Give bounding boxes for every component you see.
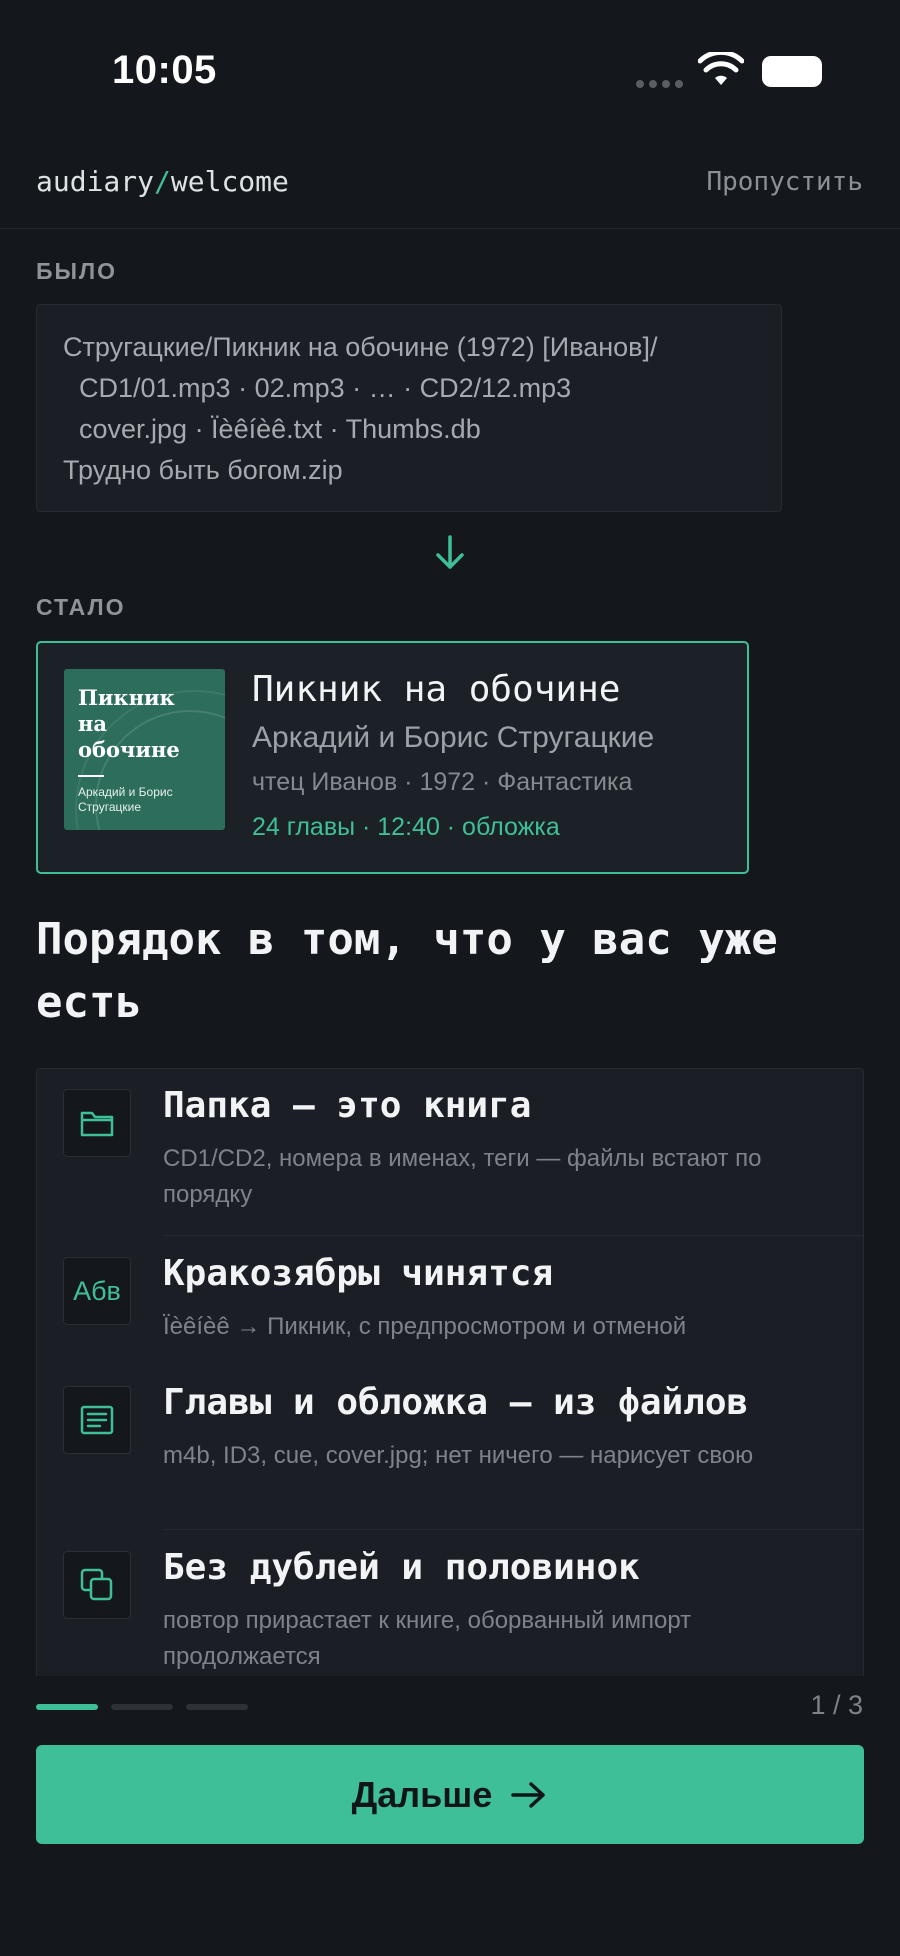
- app-header: audiary/welcome Пропустить: [0, 155, 900, 229]
- wifi-icon: [698, 52, 744, 85]
- book-meta: чтец Иванов · 1972 · Фантастика: [252, 768, 633, 796]
- before-line: Трудно быть богом.zip: [63, 455, 343, 485]
- feature-title: Кракозябры чинятся: [163, 1253, 554, 1294]
- breadcrumb: audiary/welcome: [36, 165, 289, 198]
- before-files-box: Стругацкие/Пикник на обочине (1972) [Ива…: [36, 304, 782, 512]
- encoding-icon: Абв: [63, 1257, 131, 1325]
- before-label: БЫЛО: [36, 258, 118, 284]
- battery-icon: [762, 56, 822, 87]
- breadcrumb-app: audiary: [36, 165, 155, 198]
- feature-title: Главы и обложка — из файлов: [163, 1382, 749, 1423]
- progress-step: [186, 1704, 248, 1710]
- feature-desc: Ïèêíèê → Пикник, с предпросмотром и отме…: [163, 1313, 687, 1340]
- breadcrumb-page: welcome: [170, 165, 289, 198]
- before-line: Стругацкие/Пикник на обочине (1972) [Ива…: [63, 332, 658, 362]
- page-counter: 1 / 3: [810, 1690, 863, 1720]
- cellular-signal-icon: [636, 80, 683, 88]
- folder-icon: [63, 1089, 131, 1157]
- feature-desc: m4b, ID3, cue, cover.jpg; нет ничего — н…: [163, 1442, 754, 1469]
- book-title: Пикник на обочине: [252, 669, 621, 710]
- cover-title: Пикник на обочине: [78, 685, 180, 762]
- status-time: 10:05: [112, 48, 217, 92]
- status-bar: 10:05: [0, 0, 900, 145]
- book-cover: Пикник на обочине Аркадий и Борис Струга…: [64, 669, 225, 830]
- feature-title: Без дублей и половинок: [163, 1547, 640, 1588]
- after-label: СТАЛО: [36, 594, 126, 620]
- encoding-icon-text: Абв: [73, 1275, 121, 1306]
- feature-desc: повтор прирастает к книге, оборванный им…: [163, 1607, 692, 1670]
- page-title: Порядок в том, что у вас уже есть: [36, 914, 778, 1028]
- arrow-right-icon: [511, 1781, 546, 1808]
- chapters-list-icon: [63, 1386, 131, 1454]
- book-card[interactable]: Пикник на обочине Аркадий и Борис Струга…: [36, 641, 749, 874]
- before-line: cover.jpg · Ïèêíèê.txt · Thumbs.db: [79, 414, 481, 444]
- arrow-down-icon: [436, 535, 464, 569]
- book-stats: 24 главы · 12:40 · обложка: [252, 813, 560, 841]
- progress-step: [111, 1704, 173, 1710]
- feature-list: Папка — это книга CD1/CD2, номера в имен…: [36, 1068, 864, 1676]
- breadcrumb-separator: /: [154, 165, 171, 198]
- next-button[interactable]: Дальше: [36, 1745, 864, 1844]
- next-button-label: Дальше: [351, 1773, 493, 1815]
- skip-button[interactable]: Пропустить: [706, 167, 863, 197]
- progress-step-active: [36, 1704, 98, 1710]
- duplicate-icon: [63, 1551, 131, 1619]
- book-author: Аркадий и Борис Стругацкие: [252, 721, 655, 754]
- before-line: CD1/01.mp3 · 02.mp3 · … · CD2/12.mp3: [79, 373, 572, 403]
- cover-author: Аркадий и Борис Стругацкие: [78, 785, 173, 814]
- feature-desc: CD1/CD2, номера в именах, теги — файлы в…: [163, 1145, 762, 1208]
- feature-title: Папка — это книга: [163, 1085, 532, 1126]
- onboarding-progress: [36, 1704, 248, 1710]
